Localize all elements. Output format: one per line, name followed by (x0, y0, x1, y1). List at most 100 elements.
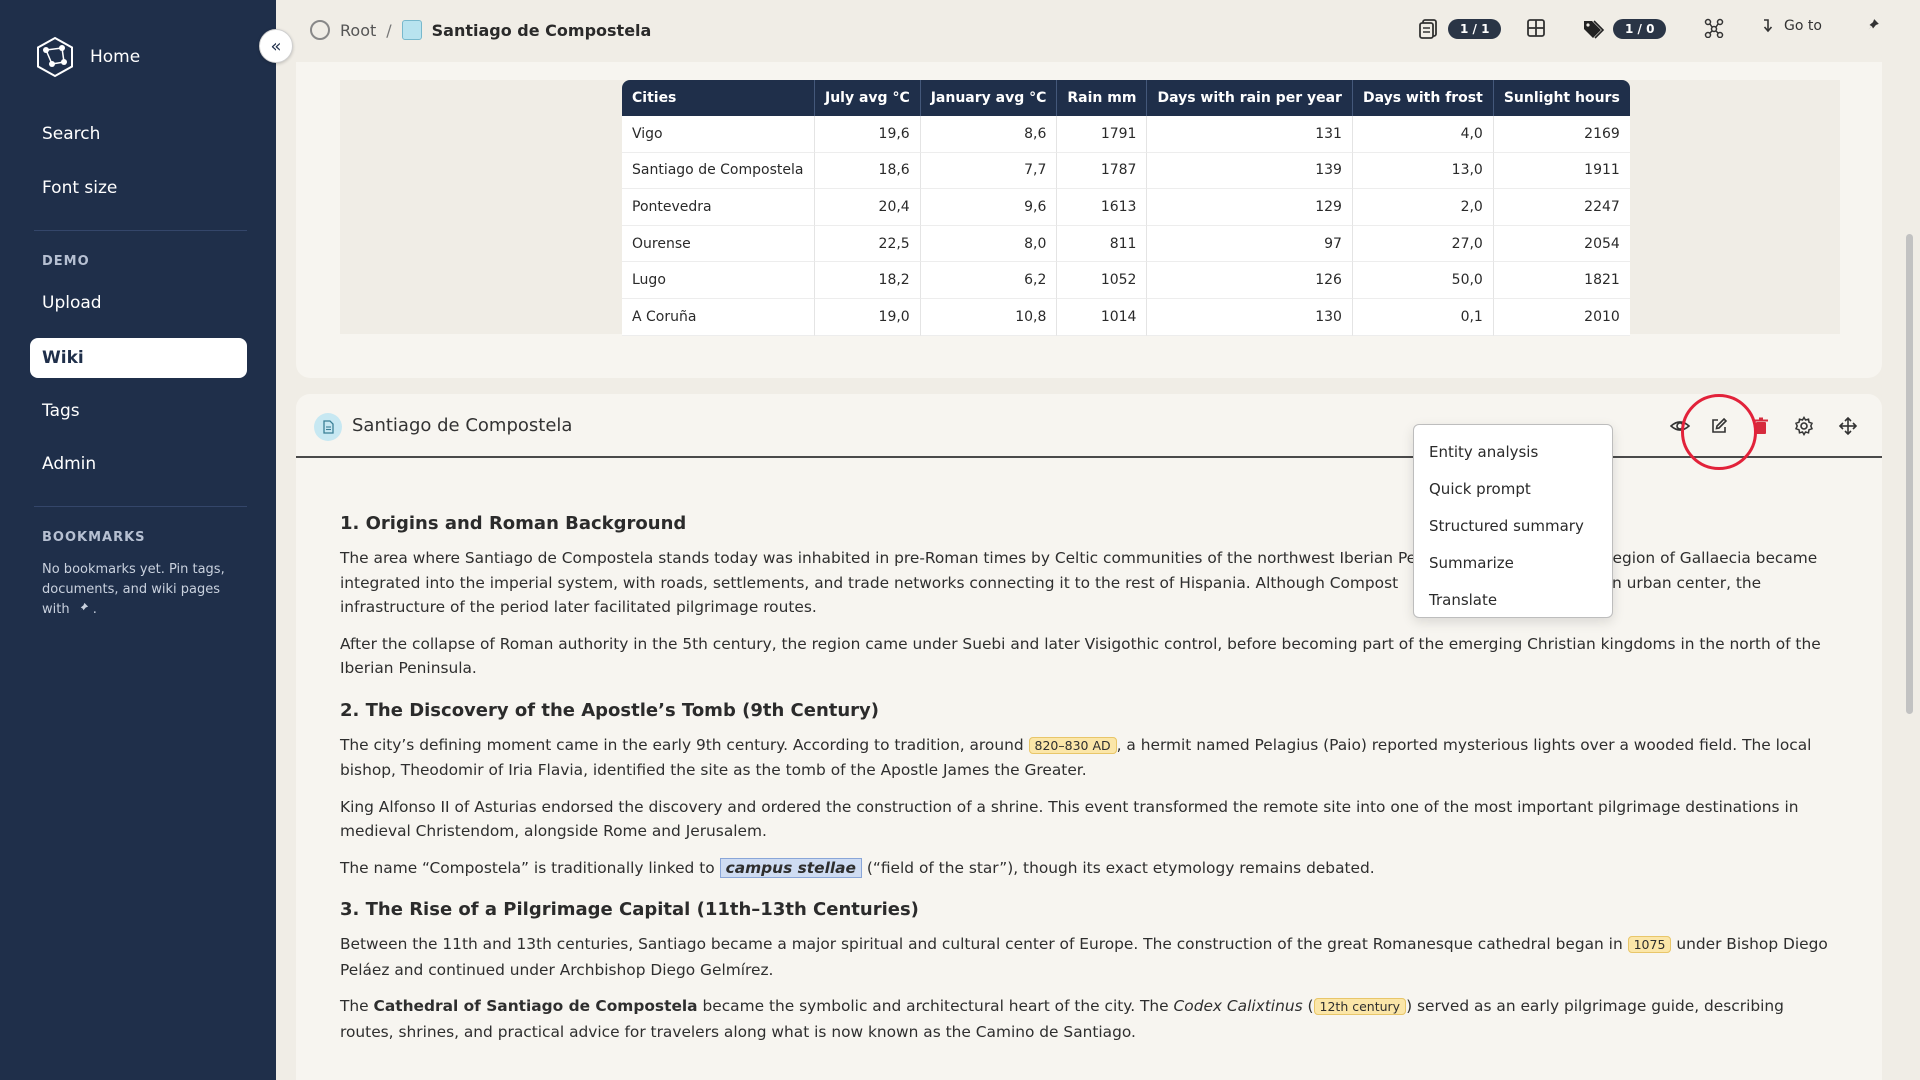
demo-section-title: DEMO (42, 254, 90, 269)
table-row: Santiago de Compostela 18,6 7,7 1787 139… (622, 152, 1630, 190)
table-cell: 8,6 (920, 116, 1058, 153)
move-handle[interactable] (1836, 414, 1860, 438)
sidebar-item-search[interactable]: Search (30, 114, 247, 154)
documents-icon (1419, 19, 1437, 39)
section-heading: 2. The Discovery of the Apostle’s Tomb (… (340, 699, 880, 721)
menu-item-quick-prompt[interactable]: Quick prompt (1414, 470, 1612, 507)
text-span: (“field of the star”), though its exact … (866, 858, 1375, 877)
table-cell: 7,7 (920, 152, 1058, 190)
table-cell: 2054 (1493, 225, 1630, 263)
col-header: July avg °C (815, 80, 921, 116)
sidebar-item-upload[interactable]: Upload (30, 283, 247, 323)
documents-toggle[interactable]: 1 / 1 (1418, 18, 1502, 40)
tags-icon (1584, 20, 1605, 39)
text-span: The (340, 997, 369, 1015)
table-cell: Pontevedra (622, 189, 815, 226)
breadcrumb: Root / Santiago de Compostela (310, 20, 651, 40)
table-cell: 1052 (1057, 262, 1148, 299)
ai-actions-menu: Entity analysis Quick prompt Structured … (1413, 424, 1613, 618)
col-header: Days with rain per year (1147, 80, 1353, 116)
breadcrumb-current[interactable]: Santiago de Compostela (432, 21, 652, 40)
table-cell: 2,0 (1352, 189, 1494, 226)
date-entity-tag[interactable]: 12th century (1313, 998, 1407, 1015)
text-span: ( (1307, 997, 1314, 1015)
document-card: Santiago de Compostela 1. Origins and Ro… (296, 394, 1882, 1080)
documents-count-badge: 1 / 1 (1448, 19, 1502, 39)
paragraph: The city’s defining moment came in the e… (340, 733, 1840, 783)
graph-view-button[interactable] (1704, 18, 1724, 38)
sidebar-divider (34, 230, 247, 231)
date-entity-tag[interactable]: 820–830 AD (1028, 736, 1117, 754)
sidebar-item-admin[interactable]: Admin (30, 444, 247, 484)
table-cell: Ourense (622, 225, 815, 263)
go-to-button[interactable]: Go to (1762, 18, 1822, 34)
paragraph: After the collapse of Roman authority in… (340, 634, 1821, 678)
table-cell: 18,2 (815, 262, 921, 299)
table-cell: 9,6 (920, 189, 1058, 226)
paragraph: The Cathedral of Santiago de Compostela … (340, 994, 1840, 1044)
table-cell: 1613 (1057, 189, 1148, 226)
table-cell: 19,6 (815, 116, 921, 153)
home-link[interactable]: Home (34, 36, 140, 78)
sidebar-item-wiki[interactable]: Wiki (30, 338, 247, 378)
table-cell: Santiago de Compostela (622, 152, 815, 190)
italic-text: Codex Calixtinus (1173, 997, 1303, 1015)
table-header-row: Cities July avg °C January avg °C Rain m… (622, 80, 1630, 116)
date-entity-tag[interactable]: 1075 (1627, 936, 1672, 953)
table-cell: 1014 (1057, 298, 1148, 336)
paragraph: Between the 11th and 13th centuries, San… (340, 932, 1840, 982)
table-cell: 126 (1147, 262, 1353, 299)
layout-button[interactable] (1526, 18, 1546, 38)
table-cell: 811 (1057, 225, 1148, 263)
document-icon (314, 413, 342, 441)
menu-item-translate[interactable]: Translate (1414, 581, 1612, 618)
table-cell: 13,0 (1352, 152, 1494, 190)
collapse-sidebar-button[interactable]: « (259, 29, 293, 63)
table-card: Cities July avg °C January avg °C Rain m… (296, 62, 1882, 378)
term-highlight[interactable]: campus stellae (719, 857, 862, 878)
sidebar-item-tags[interactable]: Tags (30, 391, 247, 431)
tags-toggle[interactable]: 1 / 0 (1581, 18, 1667, 40)
table-cell: 19,0 (815, 298, 921, 336)
highlight-circle (1681, 394, 1757, 470)
table-cell: 50,0 (1352, 262, 1494, 299)
pin-icon (1867, 19, 1879, 31)
table-row: Pontevedra 20,4 9,6 1613 129 2,0 2247 (622, 189, 1630, 226)
menu-item-structured-summary[interactable]: Structured summary (1414, 507, 1612, 544)
sidebar-item-font-size[interactable]: Font size (30, 168, 247, 208)
menu-item-entity-analysis[interactable]: Entity analysis (1414, 433, 1612, 470)
text-span: became the symbolic and architectural he… (702, 997, 1169, 1015)
table-cell: 22,5 (815, 225, 921, 263)
table-cell: 0,1 (1352, 298, 1494, 336)
pin-button[interactable] (1866, 18, 1880, 32)
sidebar-divider (34, 506, 247, 507)
table-cell: 6,2 (920, 262, 1058, 299)
table-cell: 1791 (1057, 116, 1148, 153)
table-cell: 4,0 (1352, 116, 1494, 153)
section-heading: 1. Origins and Roman Background (340, 513, 687, 534)
settings-button[interactable] (1792, 414, 1816, 438)
paragraph: King Alfonso II of Asturias endorsed the… (340, 797, 1799, 841)
text-span: Between the 11th and 13th centuries, San… (340, 935, 1623, 953)
menu-item-summarize[interactable]: Summarize (1414, 544, 1612, 581)
scrollbar-thumb[interactable] (1906, 234, 1913, 714)
text-span: The city’s defining moment came in the e… (340, 735, 1024, 754)
network-icon (1704, 18, 1724, 38)
col-header: Cities (622, 80, 815, 116)
table-cell: A Coruña (622, 298, 815, 336)
table-row: Vigo 19,6 8,6 1791 131 4,0 2169 (622, 116, 1630, 153)
table-cell: 20,4 (815, 189, 921, 226)
table-cell: 10,8 (920, 298, 1058, 336)
breadcrumb-separator: / (386, 20, 392, 40)
table-cell: 8,0 (920, 225, 1058, 263)
table-cell: 2247 (1493, 189, 1630, 226)
paragraph: The area where Santiago de Compostela st… (340, 546, 1840, 620)
document-card-header: Santiago de Compostela (296, 394, 1882, 470)
breadcrumb-root[interactable]: Root (340, 21, 376, 40)
climate-table: Cities July avg °C January avg °C Rain m… (622, 80, 1630, 336)
root-circle-icon (310, 20, 330, 40)
table-row: Lugo 18,2 6,2 1052 126 50,0 1821 (622, 262, 1630, 299)
move-icon (1838, 416, 1858, 436)
table-cell: 139 (1147, 152, 1353, 190)
paragraph: The name “Compostela” is traditionally l… (340, 856, 1840, 881)
